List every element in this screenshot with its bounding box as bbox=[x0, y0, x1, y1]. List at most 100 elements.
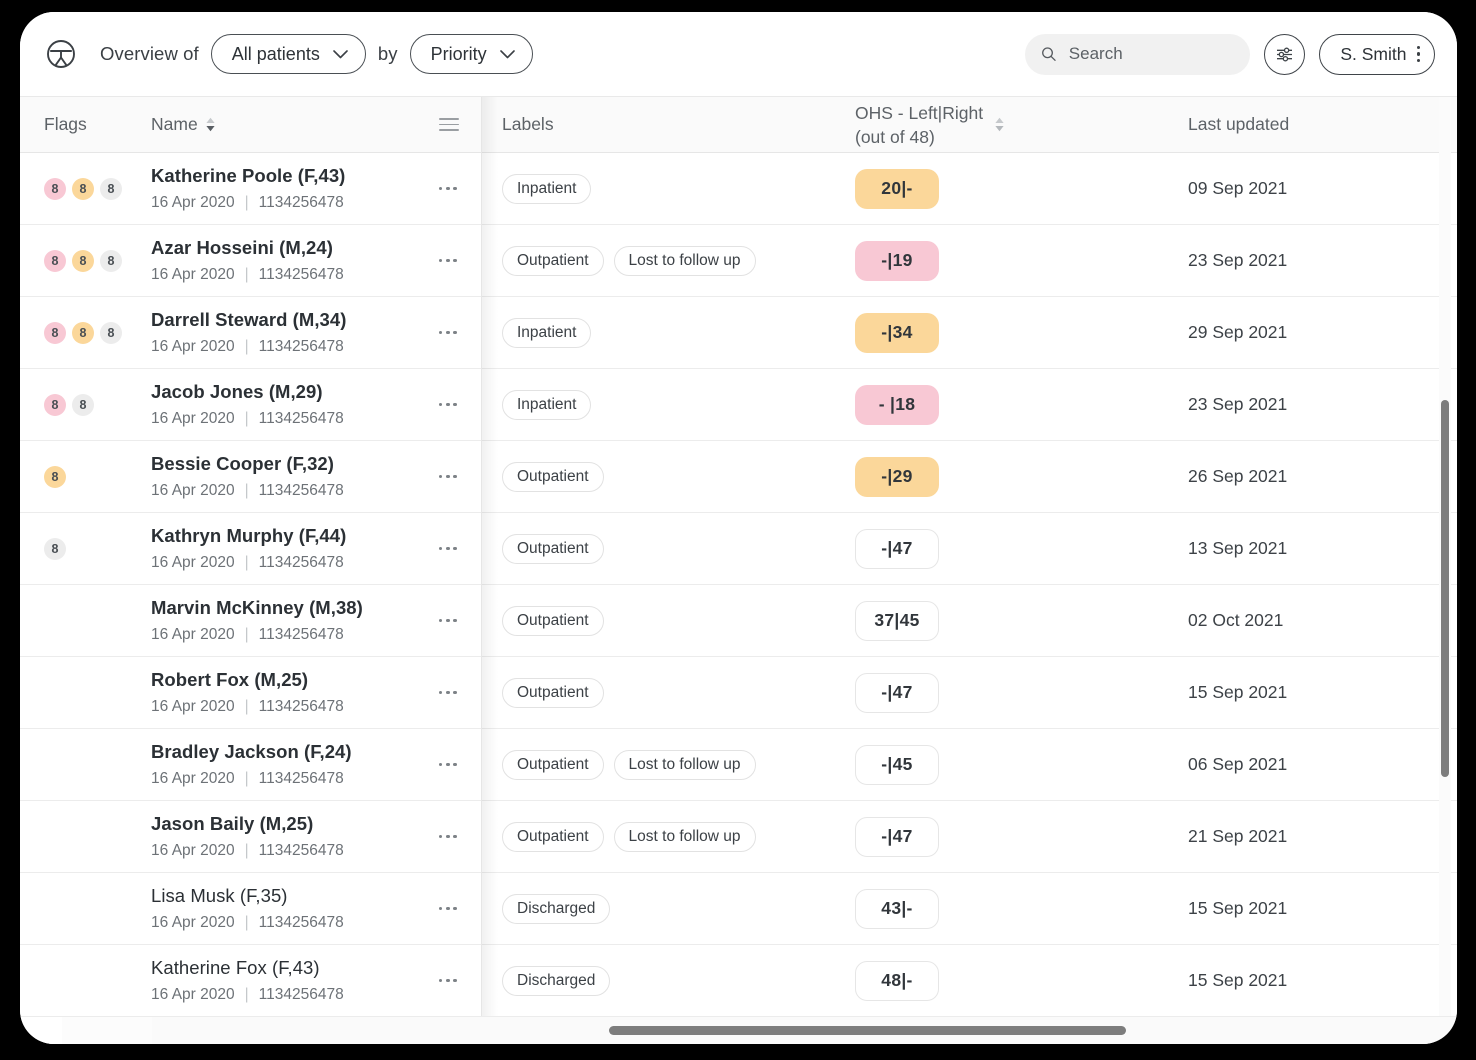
flag-badge-orange[interactable]: 8 bbox=[44, 465, 66, 488]
ohs-score-badge[interactable]: - |18 bbox=[855, 384, 939, 425]
ohs-score-badge[interactable]: -|45 bbox=[855, 744, 939, 785]
row-actions-kebab-icon[interactable] bbox=[438, 258, 457, 263]
flag-badge-pink[interactable]: 8 bbox=[44, 393, 66, 416]
ohs-score-badge[interactable]: -|19 bbox=[855, 240, 939, 281]
ohs-score-badge[interactable]: 37|45 bbox=[855, 600, 939, 641]
ohs-score-badge[interactable]: -|47 bbox=[855, 528, 939, 569]
patients-filter-dropdown[interactable]: All patients bbox=[210, 34, 366, 74]
table-row[interactable]: 8 Bessie Cooper (F,32) 16 Apr 2020 | 1134256… bbox=[20, 441, 1457, 513]
label-tag[interactable]: Outpatient bbox=[502, 245, 604, 276]
row-name-cell[interactable]: Kathryn Murphy (F,44) 16 Apr 2020 | 1134256… bbox=[132, 513, 481, 584]
patient-id: 1134256478 bbox=[258, 986, 344, 1003]
ohs-score-badge[interactable]: -|34 bbox=[855, 312, 939, 353]
flag-badge-grey[interactable]: 8 bbox=[72, 393, 94, 416]
flag-badge-pink[interactable]: 8 bbox=[44, 249, 66, 272]
patient-meta: 16 Apr 2020 | 1134256478 bbox=[151, 842, 344, 860]
row-actions-kebab-icon[interactable] bbox=[438, 690, 457, 695]
sort-arrows-icon[interactable] bbox=[205, 117, 216, 132]
horizontal-scrollbar-thumb[interactable] bbox=[609, 1026, 1127, 1035]
table-row[interactable]: 8 8 8 Darrell Steward (M,34) 16 Apr 2020 | 113… bbox=[20, 297, 1457, 369]
vertical-scrollbar-thumb[interactable] bbox=[1441, 400, 1449, 778]
row-name-cell[interactable]: Jacob Jones (M,29) 16 Apr 2020 | 1134256478 bbox=[132, 369, 481, 440]
row-name-cell[interactable]: Darrell Steward (M,34) 16 Apr 2020 | 113425… bbox=[132, 297, 481, 368]
flag-badge-grey[interactable]: 8 bbox=[100, 249, 122, 272]
row-actions-kebab-icon[interactable] bbox=[438, 978, 457, 983]
label-tag[interactable]: Outpatient bbox=[502, 461, 604, 492]
ohs-score-badge[interactable]: -|47 bbox=[855, 816, 939, 857]
label-tag[interactable]: Outpatient bbox=[502, 677, 604, 708]
row-name-cell[interactable]: Bradley Jackson (F,24) 16 Apr 2020 | 113425… bbox=[132, 729, 481, 800]
table-row[interactable]: Lisa Musk (F,35) 16 Apr 2020 | 1134256478 Di… bbox=[20, 873, 1457, 945]
filter-settings-button[interactable] bbox=[1264, 33, 1306, 75]
label-tag[interactable]: Lost to follow up bbox=[613, 245, 756, 276]
flag-badge-pink[interactable]: 8 bbox=[44, 177, 66, 200]
table-row[interactable]: Bradley Jackson (F,24) 16 Apr 2020 | 113425… bbox=[20, 729, 1457, 801]
vertical-kebab-icon[interactable] bbox=[1416, 45, 1420, 63]
label-tag[interactable]: Outpatient bbox=[502, 533, 604, 564]
horizontal-scrollbar-track[interactable] bbox=[20, 1016, 1457, 1044]
ohs-score-badge[interactable]: -|47 bbox=[855, 672, 939, 713]
row-name-cell[interactable]: Lisa Musk (F,35) 16 Apr 2020 | 1134256478 bbox=[132, 873, 481, 944]
ohs-score-badge[interactable]: -|29 bbox=[855, 456, 939, 497]
label-tag[interactable]: Lost to follow up bbox=[613, 821, 756, 852]
row-actions-kebab-icon[interactable] bbox=[438, 834, 457, 839]
row-actions-kebab-icon[interactable] bbox=[438, 402, 457, 407]
row-name-cell[interactable]: Marvin McKinney (M,38) 16 Apr 2020 | 113425… bbox=[132, 585, 481, 656]
flag-badge-pink[interactable]: 8 bbox=[44, 321, 66, 344]
table-row[interactable]: Marvin McKinney (M,38) 16 Apr 2020 | 113425… bbox=[20, 585, 1457, 657]
user-menu-button[interactable]: S. Smith bbox=[1319, 33, 1435, 75]
table-row[interactable]: Katherine Fox (F,43) 16 Apr 2020 | 11342564… bbox=[20, 945, 1457, 1016]
meta-separator: | bbox=[244, 266, 249, 283]
column-header-flags-label: Flags bbox=[44, 114, 87, 134]
ohs-score-badge[interactable]: 43|- bbox=[855, 888, 939, 929]
row-actions-kebab-icon[interactable] bbox=[438, 474, 457, 479]
column-header-name[interactable]: Name bbox=[132, 97, 481, 152]
label-tag[interactable]: Inpatient bbox=[502, 173, 592, 204]
flag-badge-orange[interactable]: 8 bbox=[72, 177, 94, 200]
list-options-icon[interactable] bbox=[439, 117, 459, 132]
row-actions-kebab-icon[interactable] bbox=[438, 906, 457, 911]
row-actions-kebab-icon[interactable] bbox=[438, 762, 457, 767]
row-name-cell[interactable]: Robert Fox (M,25) 16 Apr 2020 | 1134256478 bbox=[132, 657, 481, 728]
label-tag[interactable]: Outpatient bbox=[502, 749, 604, 780]
flag-badge-grey[interactable]: 8 bbox=[100, 321, 122, 344]
table-row[interactable]: 8 Kathryn Murphy (F,44) 16 Apr 2020 | 113425… bbox=[20, 513, 1457, 585]
row-name-cell[interactable]: Katherine Fox (F,43) 16 Apr 2020 | 11342564… bbox=[132, 945, 481, 1016]
flag-badge-grey[interactable]: 8 bbox=[100, 177, 122, 200]
patients-table: Flags Name Labels OHS - Left|Right (out … bbox=[20, 96, 1457, 1016]
flag-badge-grey[interactable]: 8 bbox=[44, 537, 66, 560]
label-tag[interactable]: Outpatient bbox=[502, 605, 604, 636]
row-name-cell[interactable]: Katherine Poole (F,43) 16 Apr 2020 | 113425… bbox=[132, 153, 481, 224]
table-row[interactable]: 8 8 8 Azar Hosseini (M,24) 16 Apr 2020 | 11342… bbox=[20, 225, 1457, 297]
table-row[interactable]: 8 8 Jacob Jones (M,29) 16 Apr 2020 | 11342564… bbox=[20, 369, 1457, 441]
row-actions-kebab-icon[interactable] bbox=[438, 186, 457, 191]
table-row[interactable]: Robert Fox (M,25) 16 Apr 2020 | 1134256478 O… bbox=[20, 657, 1457, 729]
sort-filter-dropdown[interactable]: Priority bbox=[409, 34, 533, 74]
search-box[interactable] bbox=[1025, 33, 1251, 75]
label-tag[interactable]: Inpatient bbox=[502, 389, 592, 420]
table-row[interactable]: Jason Baily (M,25) 16 Apr 2020 | 1134256478… bbox=[20, 801, 1457, 873]
search-input[interactable] bbox=[1068, 44, 1235, 64]
column-header-score[interactable]: OHS - Left|Right (out of 48) bbox=[821, 97, 1151, 152]
row-actions-kebab-icon[interactable] bbox=[438, 618, 457, 623]
row-name-cell[interactable]: Bessie Cooper (F,32) 16 Apr 2020 | 11342564… bbox=[132, 441, 481, 512]
row-name-cell[interactable]: Azar Hosseini (M,24) 16 Apr 2020 | 11342564… bbox=[132, 225, 481, 296]
label-tag[interactable]: Lost to follow up bbox=[613, 749, 756, 780]
label-tag[interactable]: Outpatient bbox=[502, 821, 604, 852]
sort-arrows-icon[interactable] bbox=[994, 117, 1005, 132]
patient-meta: 16 Apr 2020 | 1134256478 bbox=[151, 770, 352, 788]
table-row[interactable]: 8 8 8 Katherine Poole (F,43) 16 Apr 2020 | 113… bbox=[20, 153, 1457, 225]
ohs-score-badge[interactable]: 48|- bbox=[855, 960, 939, 1001]
row-name-cell[interactable]: Jason Baily (M,25) 16 Apr 2020 | 1134256478 bbox=[132, 801, 481, 872]
row-actions-kebab-icon[interactable] bbox=[438, 330, 457, 335]
row-labels-cell: Inpatient bbox=[481, 153, 821, 224]
label-tag[interactable]: Discharged bbox=[502, 965, 611, 996]
ohs-score-badge[interactable]: 20|- bbox=[855, 168, 939, 209]
label-tag[interactable]: Discharged bbox=[502, 893, 611, 924]
vertical-scrollbar-track[interactable] bbox=[1439, 97, 1451, 1016]
patient-name: Katherine Fox (F,43) bbox=[151, 957, 320, 978]
row-actions-kebab-icon[interactable] bbox=[438, 546, 457, 551]
flag-badge-orange[interactable]: 8 bbox=[72, 249, 94, 272]
label-tag[interactable]: Inpatient bbox=[502, 317, 592, 348]
flag-badge-orange[interactable]: 8 bbox=[72, 321, 94, 344]
